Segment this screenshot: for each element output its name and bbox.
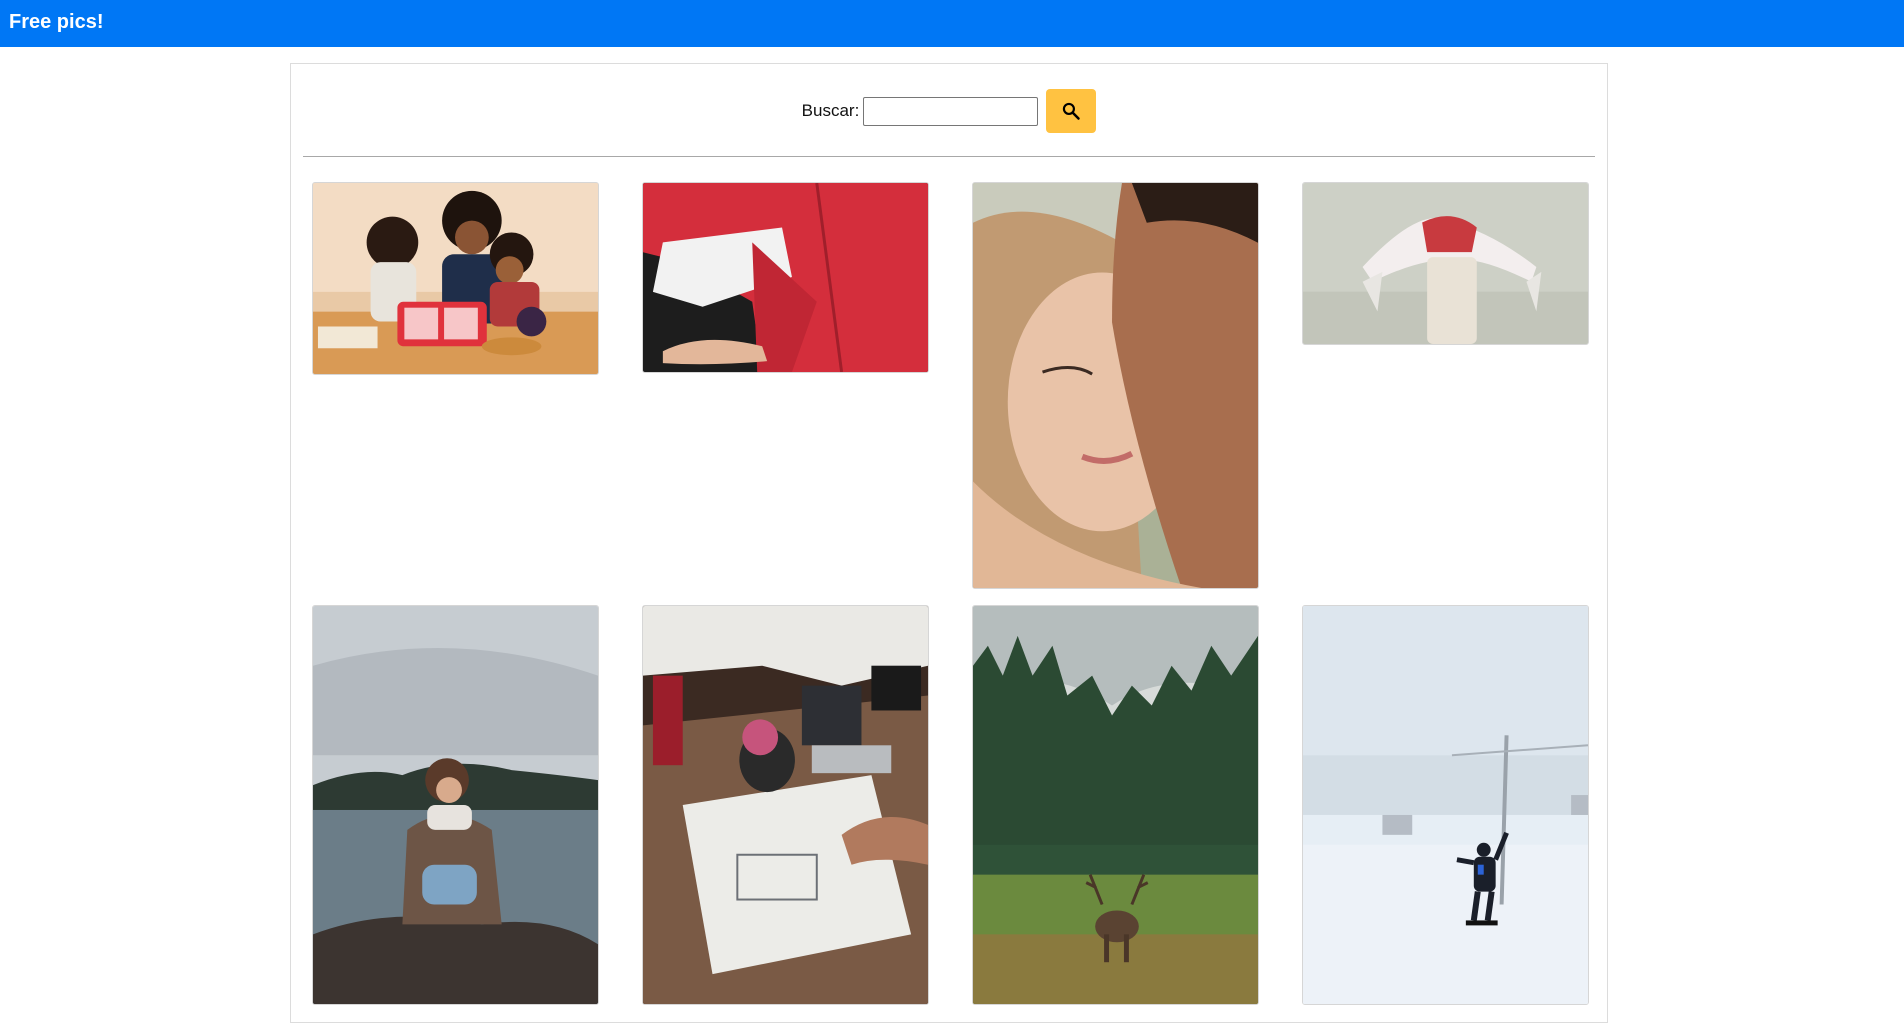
search-input[interactable] — [863, 96, 1039, 126]
search-label: Buscar: — [801, 101, 860, 120]
scarf-woman-photo[interactable] — [1302, 182, 1589, 345]
snowboarder-photo[interactable] — [1302, 605, 1589, 1005]
top-navbar: Free pics! — [0, 0, 1904, 47]
family-table-photo[interactable] — [312, 182, 599, 375]
gallery-card: Buscar: — [290, 63, 1608, 1023]
red-jacket-photo[interactable] — [642, 182, 929, 373]
divider — [303, 156, 1595, 157]
brand-title[interactable]: Free pics! — [9, 11, 103, 34]
couple-kiss-photo[interactable] — [972, 182, 1259, 589]
desk-drawing-photo[interactable] — [642, 605, 929, 1005]
lake-woman-photo[interactable] — [312, 605, 599, 1005]
search-bar: Buscar: — [291, 89, 1607, 133]
search-button[interactable] — [1046, 89, 1097, 133]
search-icon — [1063, 102, 1081, 120]
deer-forest-photo[interactable] — [972, 605, 1259, 1005]
